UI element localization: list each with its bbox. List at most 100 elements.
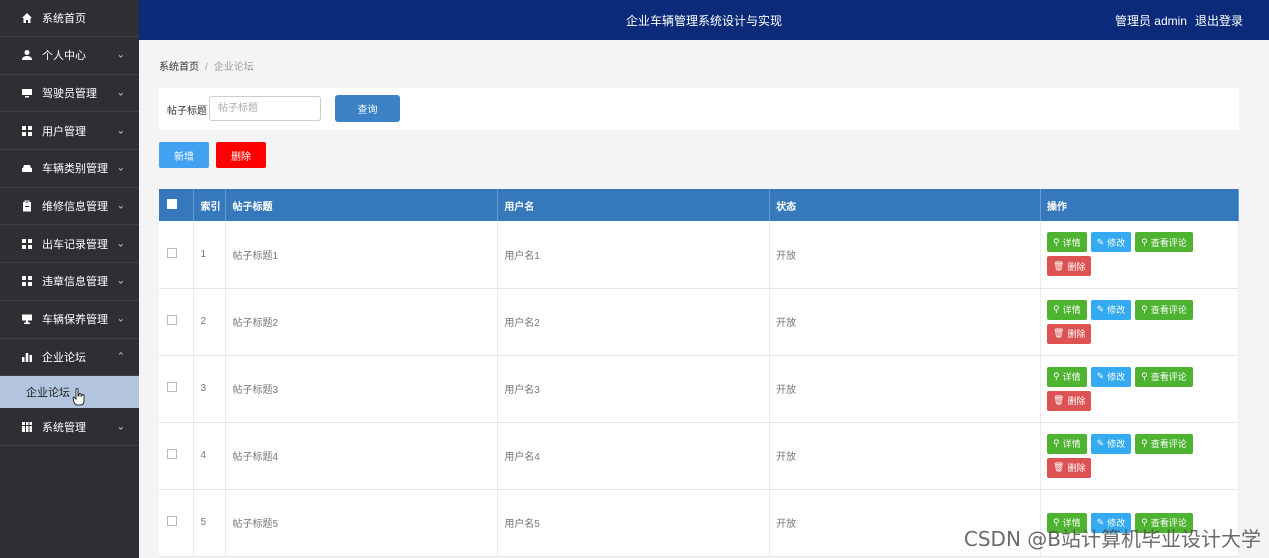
edit-button[interactable]: ✎ 修改 (1090, 299, 1132, 320)
sidebar-item-maintenance[interactable]: 车辆保养管理 ⌄ (0, 301, 139, 339)
search-icon: ⚲ (1141, 438, 1148, 448)
car-icon (20, 161, 34, 175)
row-checkbox[interactable] (167, 382, 177, 392)
sidebar-subitem-forum[interactable]: 企业论坛 (0, 376, 139, 409)
row-checkbox[interactable] (167, 247, 177, 258)
chevron-down-icon: ⌄ (116, 238, 125, 250)
pencil-icon: ✎ (1096, 438, 1105, 448)
select-all-checkbox[interactable] (167, 198, 177, 209)
table-row: 1 帖子标题1 用户名1 开放 ⚲ 详情 ✎ 修改 ⚲ 查看评论 🗑 删除 (159, 221, 1239, 288)
delete-button[interactable]: 🗑 删除 (1047, 457, 1092, 478)
search-input[interactable] (209, 96, 321, 121)
sidebar-item-drivers[interactable]: 驾驶员管理 ⌄ (0, 75, 139, 113)
clipboard-icon (20, 199, 34, 213)
watermark: CSDN @B站计算机毕业设计大学 (963, 527, 1261, 551)
search-icon: ⚲ (1053, 371, 1060, 381)
sidebar-item-trips[interactable]: 出车记录管理 ⌄ (0, 225, 139, 264)
hand-cursor-icon (72, 388, 86, 409)
bar-chart-icon (20, 350, 34, 364)
sidebar-item-violations[interactable]: 违章信息管理 ⌄ (0, 263, 139, 301)
search-icon: ⚲ (1053, 236, 1060, 247)
search-icon: ⚲ (1053, 304, 1060, 314)
user-icon (20, 48, 34, 62)
detail-button[interactable]: ⚲ 详情 (1047, 366, 1087, 387)
chevron-down-icon: ⌄ (116, 87, 125, 99)
row-checkbox[interactable] (167, 516, 177, 526)
chevron-down-icon: ⌄ (116, 421, 125, 433)
detail-button[interactable]: ⚲ 详情 (1047, 299, 1087, 320)
delete-button[interactable]: 🗑 删除 (1047, 256, 1092, 277)
cell-username: 用户名5 (497, 489, 771, 556)
chevron-down-icon: ⌄ (116, 200, 125, 212)
row-checkbox[interactable] (167, 315, 177, 325)
trash-icon: 🗑 (1053, 328, 1065, 338)
edit-button[interactable]: ✎ 修改 (1090, 366, 1132, 387)
breadcrumb-separator: / (205, 62, 208, 73)
trash-icon: 🗑 (1053, 462, 1065, 472)
search-bar: 帖子标题 查询 (159, 88, 1239, 130)
detail-button[interactable]: ⚲ 详情 (1047, 433, 1087, 454)
cell-username: 用户名1 (497, 221, 771, 288)
chevron-down-icon: ⌄ (116, 275, 125, 287)
edit-button[interactable]: ✎ 修改 (1090, 232, 1132, 253)
cell-username: 用户名3 (497, 355, 771, 422)
sidebar-item-forum[interactable]: 企业论坛 ⌃ (0, 339, 139, 377)
delete-button[interactable]: 🗑 删除 (1047, 390, 1092, 411)
breadcrumb-home[interactable]: 系统首页 (159, 62, 199, 73)
add-button[interactable]: 新增 (159, 142, 209, 168)
computer-icon (20, 312, 34, 326)
data-table: 索引 帖子标题 用户名 状态 操作 1 帖子标题1 用户名1 开放 ⚲ 详情 ✎ 修… (159, 189, 1239, 557)
breadcrumb-current: 企业论坛 (213, 62, 254, 73)
trash-icon: 🗑 (1053, 395, 1065, 405)
cell-index: 1 (193, 221, 227, 288)
app-title: 企业车辆管理系统设计与实现 (625, 14, 782, 28)
logout-link[interactable]: 退出登录 (1195, 12, 1243, 29)
cell-index: 2 (193, 288, 227, 355)
view-comments-button[interactable]: ⚲ 查看评论 (1135, 232, 1193, 253)
sidebar-item-repairs[interactable]: 维修信息管理 ⌄ (0, 188, 139, 226)
search-icon: ⚲ (1141, 236, 1148, 247)
grid-icon (20, 124, 34, 138)
sidebar-item-home[interactable]: 系统首页 (0, 0, 139, 37)
header-title: 帖子标题 (225, 189, 499, 221)
search-icon: ⚲ (1053, 438, 1060, 448)
sidebar-item-system[interactable]: 系统管理 ⌄ (0, 408, 139, 446)
sidebar-item-users[interactable]: 用户管理 ⌄ (0, 112, 139, 151)
cell-title: 帖子标题3 (225, 355, 499, 422)
chevron-up-icon: ⌃ (116, 351, 125, 363)
view-comments-button[interactable]: ⚲ 查看评论 (1135, 299, 1193, 320)
table-row: 3 帖子标题3 用户名3 开放 ⚲ 详情 ✎ 修改 ⚲ 查看评论 🗑 删除 (159, 355, 1239, 422)
cell-title: 帖子标题5 (225, 489, 499, 556)
cell-status: 开放 (769, 221, 1041, 288)
grid-icon (20, 237, 34, 251)
current-user: 管理员 admin (1114, 14, 1187, 28)
detail-button[interactable]: ⚲ 详情 (1047, 232, 1087, 253)
cell-title: 帖子标题4 (225, 422, 499, 489)
edit-button[interactable]: ✎ 修改 (1090, 433, 1132, 454)
chevron-down-icon: ⌄ (116, 313, 125, 325)
view-comments-button[interactable]: ⚲ 查看评论 (1135, 433, 1193, 454)
row-checkbox[interactable] (167, 449, 177, 459)
cell-username: 用户名4 (497, 422, 771, 489)
chevron-down-icon: ⌄ (116, 162, 125, 174)
search-icon: ⚲ (1141, 371, 1148, 381)
cell-index: 5 (193, 489, 227, 556)
sidebar-item-personal-center[interactable]: 个人中心 ⌄ (0, 37, 139, 75)
delete-button[interactable]: 🗑 删除 (1047, 323, 1092, 344)
monitor-icon (20, 86, 34, 100)
batch-delete-button[interactable]: 删除 (216, 142, 266, 168)
table-row: 4 帖子标题4 用户名4 开放 ⚲ 详情 ✎ 修改 ⚲ 查看评论 🗑 删除 (159, 422, 1239, 489)
sidebar-item-vehicle-types[interactable]: 车辆类别管理 ⌄ (0, 150, 139, 188)
header-index: 索引 (193, 189, 227, 221)
cell-status: 开放 (769, 288, 1041, 355)
cell-index: 3 (193, 355, 227, 422)
pencil-icon: ✎ (1096, 371, 1105, 381)
cell-index: 4 (193, 422, 227, 489)
search-button[interactable]: 查询 (335, 95, 400, 122)
view-comments-button[interactable]: ⚲ 查看评论 (1135, 366, 1193, 387)
trash-icon: 🗑 (1053, 260, 1065, 271)
pencil-icon: ✎ (1096, 236, 1105, 247)
breadcrumb: 系统首页 / 企业论坛 (159, 58, 254, 73)
pencil-icon: ✎ (1096, 304, 1105, 314)
table-row: 2 帖子标题2 用户名2 开放 ⚲ 详情 ✎ 修改 ⚲ 查看评论 🗑 删除 (159, 288, 1239, 355)
